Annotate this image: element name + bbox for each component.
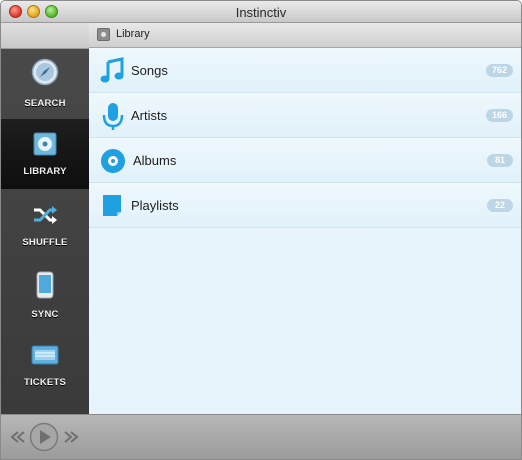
row-label: Songs: [131, 63, 168, 78]
library-row-songs[interactable]: Songs 762: [89, 48, 521, 93]
title-bar: Instinctiv: [1, 1, 521, 23]
library-row-artists[interactable]: Artists 166: [89, 93, 521, 138]
sidebar-item-label: TICKETS: [23, 377, 67, 388]
device-icon: [36, 271, 54, 299]
row-label: Albums: [133, 153, 177, 168]
ticket-icon: [31, 345, 59, 365]
count-badge: 22: [487, 199, 513, 212]
sidebar-item-label: LIBRARY: [23, 166, 67, 177]
sidebar-item-shuffle[interactable]: SHUFFLE: [1, 189, 89, 259]
album-disc-icon: [101, 149, 125, 173]
sidebar-item-label: SEARCH: [24, 98, 66, 109]
library-icon: [97, 28, 110, 41]
player-bar: [1, 414, 521, 459]
next-icon[interactable]: [63, 431, 79, 443]
window-title: Instinctiv: [235, 5, 287, 20]
disc-icon: [33, 132, 57, 156]
row-label: Playlists: [131, 198, 179, 213]
app-window: Instinctiv SEARCH LIBRARY SHUFFLE SYNC T…: [0, 0, 522, 460]
playlist-icon: [103, 195, 121, 216]
count-badge: 166: [485, 109, 513, 122]
library-list: Songs 762 Artists 166 Albums 81 Playlist…: [89, 48, 521, 414]
sidebar-item-sync[interactable]: SYNC: [1, 259, 89, 329]
sidebar-item-tickets[interactable]: TICKETS: [1, 329, 89, 399]
shuffle-icon: [34, 206, 57, 224]
library-row-albums[interactable]: Albums 81: [89, 138, 521, 183]
row-label: Artists: [131, 108, 168, 123]
count-badge: 762: [485, 64, 513, 77]
sidebar-item-label: SHUFFLE: [22, 237, 68, 248]
compass-icon: [31, 58, 59, 86]
microphone-icon: [102, 103, 124, 130]
breadcrumb-label: Library: [116, 28, 150, 40]
sidebar-header: [1, 23, 89, 49]
previous-icon[interactable]: [10, 431, 26, 443]
sidebar-item-label: SYNC: [31, 309, 59, 320]
count-badge: 81: [487, 154, 513, 167]
sidebar: SEARCH LIBRARY SHUFFLE SYNC TICKETS: [1, 23, 89, 415]
breadcrumb: Library: [89, 23, 521, 48]
sidebar-item-search[interactable]: SEARCH: [1, 49, 89, 119]
music-note-icon: [100, 57, 124, 83]
library-row-playlists[interactable]: Playlists 22: [89, 183, 521, 228]
sidebar-item-library[interactable]: LIBRARY: [1, 119, 89, 189]
play-icon[interactable]: [29, 422, 59, 452]
